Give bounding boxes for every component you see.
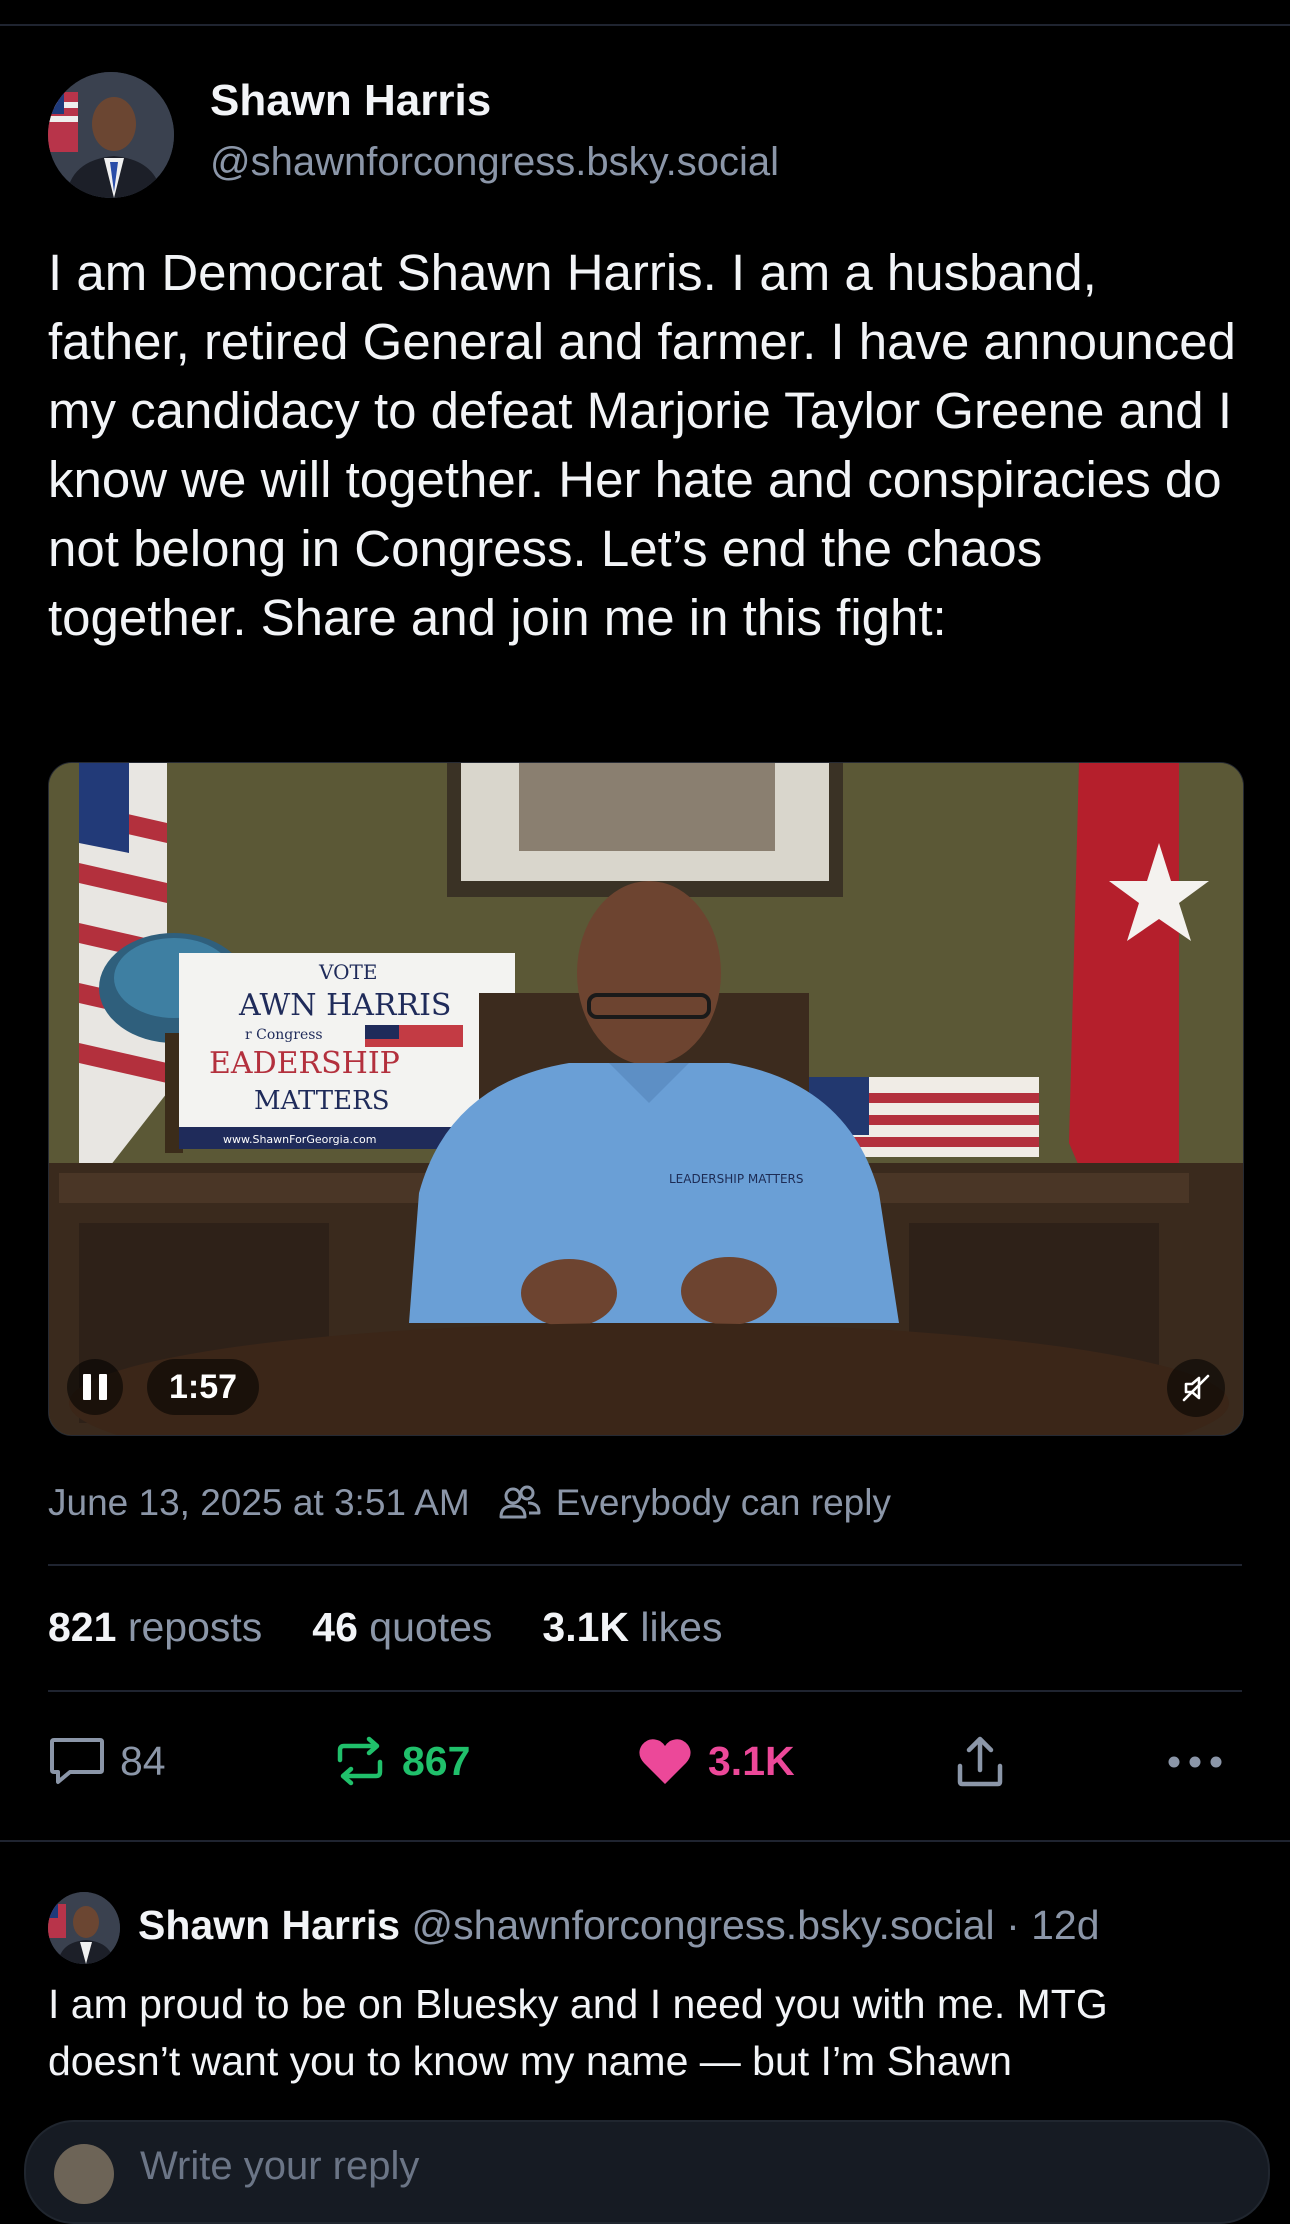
post-stats: 821 reposts 46 quotes 3.1K likes xyxy=(48,1604,722,1651)
reply-author-avatar[interactable] xyxy=(48,1892,120,1964)
composer-avatar xyxy=(54,2144,114,2204)
thread-divider xyxy=(0,1840,1290,1842)
reply-author-name[interactable]: Shawn Harris xyxy=(138,1902,400,1948)
video-player[interactable]: VOTE AWN HARRIS r Congress EADERSHIP MAT… xyxy=(48,762,1244,1436)
pause-button[interactable] xyxy=(67,1359,123,1415)
divider xyxy=(48,1564,1242,1566)
sign-congress: r Congress xyxy=(245,1027,323,1043)
reply-composer[interactable] xyxy=(24,2120,1270,2224)
sign-name: AWN HARRIS xyxy=(238,988,451,1023)
quotes-count: 46 xyxy=(312,1604,358,1650)
likes-count: 3.1K xyxy=(542,1604,630,1650)
reply-text[interactable]: I am proud to be on Bluesky and I need y… xyxy=(48,1976,1248,2090)
divider xyxy=(48,1690,1242,1692)
video-duration: 1:57 xyxy=(147,1359,260,1415)
reply-setting[interactable]: Everybody can reply xyxy=(556,1482,891,1524)
author-handle[interactable]: @shawnforcongress.bsky.social xyxy=(210,140,779,185)
post-timestamp: June 13, 2025 at 3:51 AM xyxy=(48,1482,470,1523)
sign-website: www.ShawnForGeorgia.com xyxy=(223,1133,376,1146)
repost-icon xyxy=(337,1736,383,1786)
mute-icon xyxy=(1182,1374,1210,1402)
share-icon xyxy=(957,1736,1003,1787)
heart-icon xyxy=(639,1739,691,1784)
reposts-stat[interactable]: 821 reposts xyxy=(48,1604,262,1651)
reply-age: · 12d xyxy=(1006,1902,1100,1948)
sign-leadership: EADERSHIP xyxy=(209,1046,400,1081)
reposts-count: 821 xyxy=(48,1604,117,1650)
reposts-label: reposts xyxy=(127,1604,263,1650)
sign-matters: MATTERS xyxy=(254,1086,390,1116)
quotes-stat[interactable]: 46 quotes xyxy=(312,1604,492,1651)
pause-icon xyxy=(83,1374,107,1400)
author-avatar[interactable] xyxy=(48,72,174,198)
likes-label: likes xyxy=(640,1604,723,1650)
sign-vote: VOTE xyxy=(318,960,377,984)
share-button[interactable] xyxy=(952,1734,1008,1790)
author-name[interactable]: Shawn Harris xyxy=(210,76,491,126)
shirt-logo: LEADERSHIP MATTERS xyxy=(669,1172,803,1186)
reply-count: 84 xyxy=(120,1737,166,1784)
mute-button[interactable] xyxy=(1167,1359,1225,1417)
repost-button[interactable]: 867 xyxy=(332,1734,470,1788)
more-button[interactable] xyxy=(1164,1734,1226,1790)
post-actions: 84 867 3.1K xyxy=(48,1734,1242,1794)
reply-author-handle[interactable]: @shawnforcongress.bsky.social xyxy=(411,1902,994,1948)
people-icon xyxy=(498,1483,542,1523)
top-divider xyxy=(0,24,1290,26)
quotes-label: quotes xyxy=(369,1604,493,1650)
likes-stat[interactable]: 3.1K likes xyxy=(542,1604,722,1651)
reply-input[interactable] xyxy=(138,2140,1142,2192)
video-frame: VOTE AWN HARRIS r Congress EADERSHIP MAT… xyxy=(49,763,1243,1435)
post-text: I am Democrat Shawn Harris. I am a husba… xyxy=(48,244,1251,646)
reply-icon xyxy=(50,1738,104,1784)
reply-button[interactable]: 84 xyxy=(48,1734,166,1788)
reply-header: Shawn Harris @shawnforcongress.bsky.soci… xyxy=(138,1902,1100,1949)
repost-count: 867 xyxy=(402,1737,471,1784)
like-button[interactable]: 3.1K xyxy=(636,1734,795,1788)
more-icon xyxy=(1168,1756,1222,1768)
like-count: 3.1K xyxy=(708,1737,795,1784)
post-meta: June 13, 2025 at 3:51 AM Everybody can r… xyxy=(48,1482,891,1524)
